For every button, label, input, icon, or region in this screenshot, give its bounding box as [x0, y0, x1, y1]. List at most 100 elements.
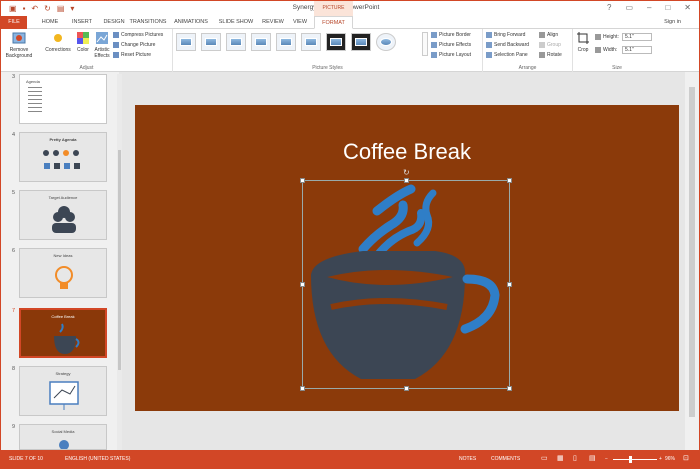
fit-slide-icon[interactable]: ⊡	[683, 454, 689, 462]
tab-home[interactable]: HOME	[35, 16, 65, 29]
scrollbar-thumb[interactable]	[689, 87, 695, 417]
zoom-level[interactable]: 96%	[665, 456, 675, 462]
resize-handle[interactable]	[507, 282, 512, 287]
align-button[interactable]: Align	[539, 32, 558, 38]
zoom-out-icon[interactable]: −	[605, 456, 608, 462]
slide-thumbnail[interactable]: Agenda	[19, 74, 107, 124]
rotate-handle-icon[interactable]: ↻	[403, 168, 410, 177]
slide-show-icon[interactable]: ▤	[589, 454, 596, 462]
slide-number: 6	[12, 248, 16, 254]
undo-icon[interactable]: ↶	[31, 4, 38, 13]
slide-thumbnail-title: Pretty Agenda	[49, 137, 77, 142]
slide-sorter-icon[interactable]: ▦	[557, 454, 564, 462]
remove-background-button[interactable]: Remove Background	[5, 31, 33, 59]
picture-style-thumb[interactable]	[351, 33, 371, 51]
language-indicator[interactable]: ENGLISH (UNITED STATES)	[65, 456, 130, 462]
remove-background-icon	[12, 31, 26, 45]
arrange-group-label: Arrange	[518, 65, 537, 71]
resize-handle[interactable]	[507, 178, 512, 183]
rotate-label: Rotate	[547, 52, 562, 58]
picture-style-thumb[interactable]	[176, 33, 196, 51]
tab-design[interactable]: DESIGN	[99, 16, 129, 29]
slide-thumbnail-selected[interactable]: Coffee Break	[19, 308, 107, 358]
slide-title[interactable]: Coffee Break	[135, 139, 679, 165]
size-group: Crop Height: 5.1" Width: 5.1" Size	[573, 29, 661, 72]
picture-layout-button[interactable]: Picture Layout	[431, 52, 471, 58]
zoom-slider[interactable]	[613, 459, 657, 460]
send-backward-button[interactable]: Send Backward	[486, 42, 529, 48]
customize-qat-icon[interactable]: ▾	[70, 4, 74, 13]
picture-style-thumb[interactable]	[301, 33, 321, 51]
picture-style-thumb[interactable]	[226, 33, 246, 51]
slide-number: 5	[12, 190, 16, 196]
color-button[interactable]: Color	[73, 31, 93, 53]
slide-thumbnail[interactable]: Pretty Agenda	[19, 132, 107, 182]
height-icon	[595, 34, 601, 40]
bring-forward-button[interactable]: Bring Forward	[486, 32, 525, 38]
start-from-beginning-icon[interactable]: ▤	[57, 4, 65, 13]
picture-effects-button[interactable]: Picture Effects	[431, 42, 471, 48]
send-backward-label: Send Backward	[494, 42, 530, 48]
slide-scrollbar[interactable]	[685, 72, 699, 450]
sign-in-link[interactable]: Sign in	[664, 19, 681, 25]
social-media-icon	[59, 440, 69, 449]
width-icon	[595, 47, 601, 53]
change-picture-button[interactable]: Change Picture	[113, 42, 155, 48]
slide-thumbnail[interactable]: Target Audience	[19, 190, 107, 240]
tab-view[interactable]: VIEW	[289, 16, 311, 29]
width-input[interactable]: 5.1"	[622, 46, 652, 54]
current-slide[interactable]: Coffee Break ↻	[135, 105, 679, 411]
tab-transitions[interactable]: TRANSITIONS	[129, 16, 167, 29]
resize-handle[interactable]	[300, 178, 305, 183]
picture-style-thumb[interactable]	[201, 33, 221, 51]
slide-thumbnail[interactable]: New Ideas	[19, 248, 107, 298]
picture-layout-icon	[431, 52, 437, 58]
compress-pictures-button[interactable]: Compress Pictures	[113, 32, 163, 38]
crop-button[interactable]: Crop	[575, 31, 591, 53]
resize-handle[interactable]	[300, 386, 305, 391]
tab-animations[interactable]: ANIMATIONS	[171, 16, 211, 29]
thumbnail-scrollbar[interactable]	[117, 74, 122, 450]
resize-handle[interactable]	[507, 386, 512, 391]
zoom-in-icon[interactable]: +	[659, 456, 662, 462]
selection-pane-button[interactable]: Selection Pane	[486, 52, 528, 58]
send-backward-icon	[486, 42, 492, 48]
comments-button[interactable]: COMMENTS	[491, 456, 520, 462]
ribbon-display-icon[interactable]: ▭	[625, 3, 633, 12]
tab-format[interactable]: FORMAT	[314, 16, 353, 29]
save-icon[interactable]: ▪	[23, 4, 26, 13]
artistic-effects-button[interactable]: Artistic Effects	[91, 31, 113, 59]
gallery-scroll[interactable]	[422, 32, 428, 56]
reset-picture-button[interactable]: Reset Picture	[113, 52, 151, 58]
picture-border-button[interactable]: Picture Border	[431, 32, 471, 38]
picture-effects-label: Picture Effects	[439, 42, 472, 48]
picture-selection-frame[interactable]: ↻	[300, 168, 512, 391]
resize-handle[interactable]	[300, 282, 305, 287]
tab-review[interactable]: REVIEW	[259, 16, 287, 29]
tab-file[interactable]: FILE	[1, 16, 27, 29]
reading-view-icon[interactable]: ▯	[573, 454, 577, 462]
height-input[interactable]: 5.1"	[622, 33, 652, 41]
normal-view-icon[interactable]: ▭	[541, 454, 548, 462]
close-icon[interactable]: ✕	[684, 3, 691, 12]
resize-handle[interactable]	[404, 386, 409, 391]
slide-thumbnail[interactable]: Social Media	[19, 424, 107, 450]
redo-icon[interactable]: ↻	[44, 4, 51, 13]
picture-style-thumb[interactable]	[326, 33, 346, 51]
picture-style-thumb[interactable]	[276, 33, 296, 51]
tab-slide-show[interactable]: SLIDE SHOW	[215, 16, 257, 29]
scrollbar-thumb[interactable]	[118, 150, 121, 370]
picture-style-thumb[interactable]	[376, 33, 396, 51]
maximize-icon[interactable]: □	[665, 3, 670, 12]
help-icon[interactable]: ?	[607, 3, 611, 12]
rotate-button[interactable]: Rotate	[539, 52, 562, 58]
notes-button[interactable]: NOTES	[459, 456, 476, 462]
resize-handle[interactable]	[404, 178, 409, 183]
zoom-slider-thumb[interactable]	[629, 456, 632, 463]
tab-insert[interactable]: INSERT	[67, 16, 97, 29]
group-button[interactable]: Group	[539, 42, 561, 48]
picture-style-thumb[interactable]	[251, 33, 271, 51]
slide-thumbnail[interactable]: Strategy	[19, 366, 107, 416]
corrections-button[interactable]: Corrections	[43, 31, 73, 53]
minimize-icon[interactable]: –	[647, 3, 651, 12]
